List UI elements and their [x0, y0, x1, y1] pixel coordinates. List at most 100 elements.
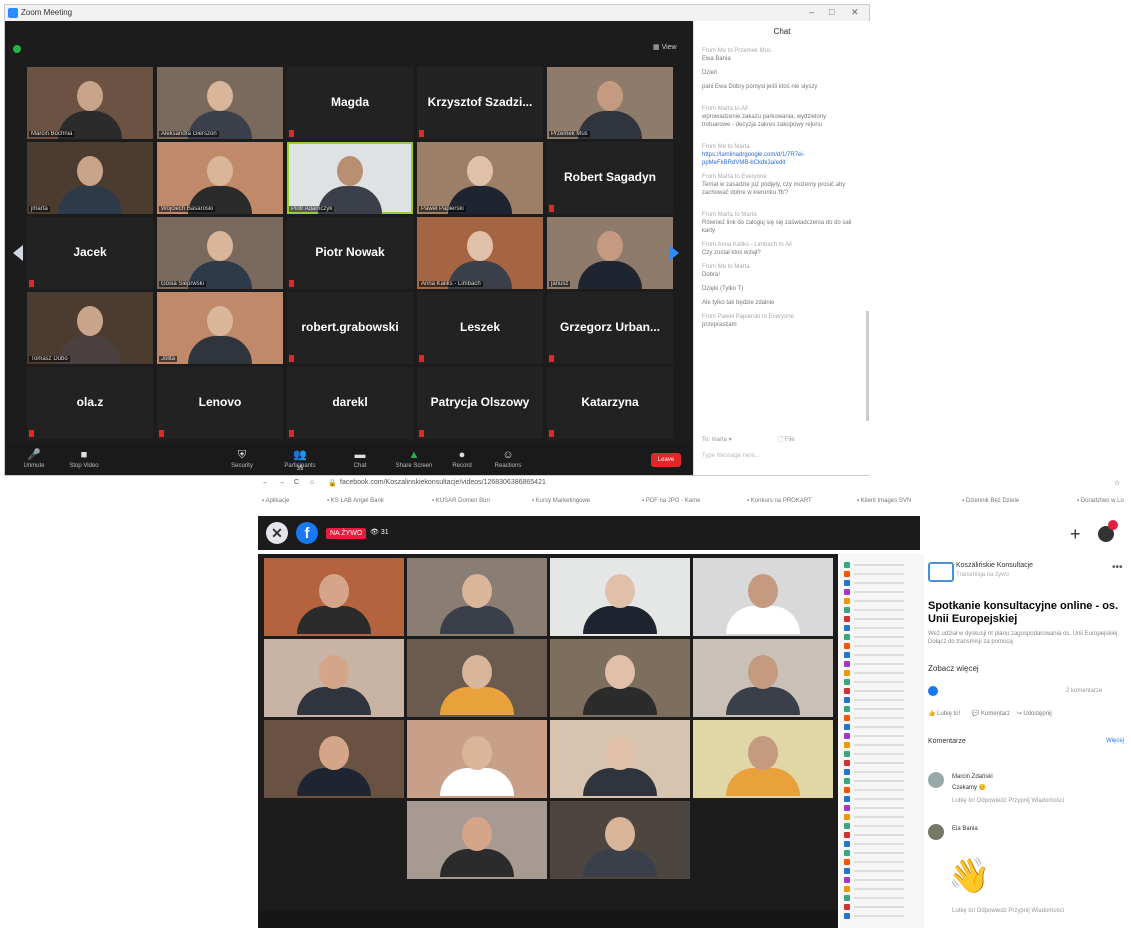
muted-mic-icon — [549, 430, 554, 437]
forward-icon[interactable]: → — [278, 479, 285, 486]
participant-tile[interactable]: Tomasz Dubo — [27, 292, 153, 364]
video-participant-tile — [693, 720, 833, 798]
view-label: View — [661, 44, 677, 51]
bookmark-item[interactable]: ▪ KUSAR Domen Buri — [432, 498, 490, 504]
previous-page-icon[interactable] — [13, 245, 23, 261]
unmute-button[interactable]: 🎤 Unmute — [9, 449, 59, 469]
avatar[interactable] — [928, 824, 944, 840]
plus-icon[interactable]: + — [1070, 524, 1081, 545]
back-icon[interactable]: ← — [262, 479, 269, 486]
more-comments-link[interactable]: Więcej — [1106, 738, 1124, 744]
participant-tile[interactable]: Przemek Mus — [547, 67, 673, 139]
participant-tile[interactable]: Paweł Papierski — [417, 142, 543, 214]
maximize-icon[interactable]: □ — [829, 7, 834, 17]
bookmark-item[interactable]: ▪ Klient Images SVN — [857, 498, 911, 504]
view-button[interactable]: ▦ View — [653, 43, 677, 51]
chat-sender: From Me to Marta — [702, 144, 750, 150]
file-icon[interactable]: 🗋 — [778, 437, 783, 443]
security-button[interactable]: ⛨ Security — [217, 449, 267, 469]
participant-tile[interactable]: Aleksandra Gierszon — [157, 67, 283, 139]
stop-video-button[interactable]: ■ Stop Video — [59, 449, 109, 469]
share-screen-button[interactable]: ▲ Share Screen — [389, 449, 439, 469]
participants-icon: 👥35 — [293, 449, 307, 472]
comments-count[interactable]: 2 komentarze — [1066, 688, 1102, 694]
leave-button[interactable]: Leave — [651, 453, 681, 467]
participant-row — [844, 778, 920, 784]
reload-icon[interactable]: C — [294, 479, 299, 486]
participant-tile[interactable]: Patrycja Olszowy — [417, 367, 543, 439]
like-button[interactable]: 👍 Lubię to! — [928, 711, 960, 717]
participant-row — [844, 733, 920, 739]
comment-button[interactable]: 💬 Komentarz — [972, 711, 1010, 717]
muted-mic-icon — [419, 355, 424, 362]
bookmark-item[interactable]: ▪ Aplikacje — [262, 498, 289, 504]
share-button[interactable]: ↪ Udostępnij — [1017, 711, 1052, 717]
muted-mic-icon — [549, 205, 554, 212]
chat-scrollbar[interactable] — [866, 311, 869, 421]
comment-actions[interactable]: Lubię to! Odpowiedz Przypnij Wiadomości — [952, 908, 1064, 914]
participant-video — [185, 142, 255, 214]
participant-label: Anna Kaliks - Limbach — [419, 281, 483, 287]
participant-tile[interactable]: ola.z — [27, 367, 153, 439]
participant-tile[interactable]: Jacek — [27, 217, 153, 289]
participant-tile[interactable]: jmarta — [27, 142, 153, 214]
participant-tile[interactable]: Grzegorz Urban... — [547, 292, 673, 364]
participant-tile[interactable]: Krzysztof Szadzi... — [417, 67, 543, 139]
chat-message: From Marta to Everyone Temat w zasadzie j… — [702, 173, 852, 197]
comment-actions[interactable]: Lubię to! Odpowiedz Przypnij Wiadomości — [952, 798, 1064, 804]
record-button[interactable]: ● Record — [437, 449, 487, 469]
comment-author[interactable]: Marcin Zdański — [952, 774, 993, 780]
bookmark-item[interactable]: ▪ Kursy Marketingowe — [532, 498, 590, 504]
page-avatar[interactable] — [928, 562, 954, 582]
avatar[interactable] — [928, 772, 944, 788]
minimize-icon[interactable]: – — [809, 7, 814, 17]
participant-label: Paweł Papierski — [419, 206, 466, 212]
reactions-button[interactable]: ☺ Reactions — [483, 449, 533, 469]
muted-mic-icon — [29, 430, 34, 437]
see-more-link[interactable]: Zobacz więcej — [928, 664, 979, 673]
chat-input[interactable]: Type message here... — [702, 453, 760, 459]
close-icon[interactable]: ✕ — [266, 522, 288, 544]
participant-tile[interactable]: Gosia Sieprwski — [157, 217, 283, 289]
bookmark-item[interactable]: ▪ Dziennik Bez Dziele — [962, 498, 1019, 504]
chat-recipient-select[interactable]: To: marta ▾ 🗋 File — [702, 435, 795, 445]
chat-button[interactable]: ▬ Chat — [335, 449, 385, 469]
chat-text[interactable]: https://lamlinadrgoogle.com/d/1/7R7ei-pp… — [702, 151, 852, 167]
page-name[interactable]: Koszalińskie Konsultacje — [956, 562, 1033, 569]
url-field[interactable]: facebook.com/Koszalinskiekonsultacje/vid… — [340, 479, 546, 486]
participant-tile[interactable]: Piotr Adamczyk — [287, 142, 413, 214]
participant-tile[interactable]: Piotr Nowak — [287, 217, 413, 289]
participant-row — [844, 661, 920, 667]
zoom-meeting-window: Zoom Meeting – □ ✕ ▦ View Marcin Bochnia… — [4, 4, 870, 476]
participant-tile[interactable]: Robert Sagadyn — [547, 142, 673, 214]
participant-row — [844, 841, 920, 847]
bookmark-star-icon[interactable]: ☆ — [1114, 479, 1120, 487]
next-page-icon[interactable] — [669, 245, 679, 261]
participant-tile[interactable]: Leszek — [417, 292, 543, 364]
bookmark-item[interactable]: ▪ PDF na JPG - Kame — [642, 498, 700, 504]
bookmark-item[interactable]: ▪ Doradztwo w Lo — [1077, 498, 1124, 504]
more-options-icon[interactable]: ••• — [1112, 562, 1123, 573]
participant-tile[interactable]: robert.grabowski — [287, 292, 413, 364]
facebook-logo-icon[interactable]: f — [296, 522, 318, 544]
record-icon: ● — [458, 449, 466, 461]
bookmark-item[interactable]: ▪ KS LAB Angel Bank — [327, 498, 384, 504]
participant-tile[interactable]: Anna Kaliks - Limbach — [417, 217, 543, 289]
participant-tile[interactable]: Magda — [287, 67, 413, 139]
live-video[interactable] — [258, 554, 838, 928]
participants-button[interactable]: 👥35 Participants — [275, 449, 325, 472]
participant-tile[interactable]: Katarzyna — [547, 367, 673, 439]
participant-row — [844, 751, 920, 757]
participant-tile[interactable]: Marcin Bochnia — [27, 67, 153, 139]
bookmark-item[interactable]: ▪ Konkurs na PROKART — [747, 498, 812, 504]
participant-tile[interactable]: darekl — [287, 367, 413, 439]
participant-tile[interactable]: Lenovo — [157, 367, 283, 439]
participant-tile[interactable]: Jolita — [157, 292, 283, 364]
participant-tile[interactable]: janusz — [547, 217, 673, 289]
home-icon[interactable]: ⌂ — [310, 479, 314, 486]
close-icon[interactable]: ✕ — [851, 7, 859, 18]
video-participant-tile — [407, 801, 547, 879]
participant-tile[interactable]: Wojciech Basaroski — [157, 142, 283, 214]
participant-name: Piotr Nowak — [315, 245, 385, 259]
comment-author[interactable]: Ela Bania — [952, 826, 978, 832]
